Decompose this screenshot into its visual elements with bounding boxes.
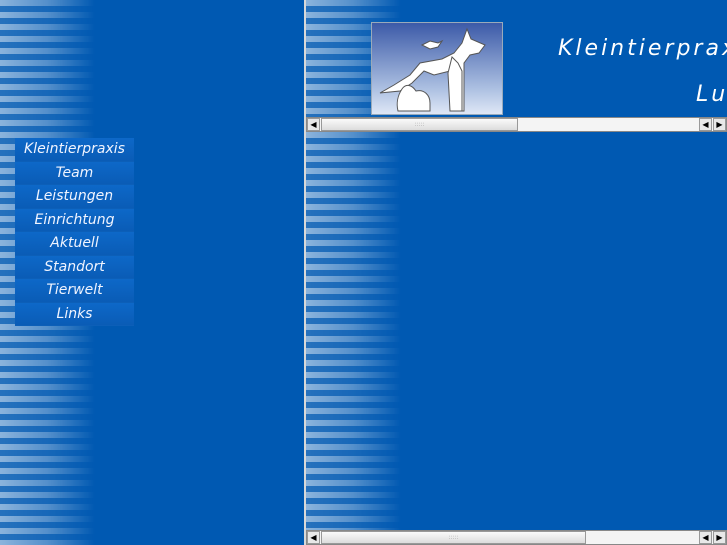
scroll-left-arrow-icon[interactable]: ◀ [699, 118, 712, 131]
nav-item-tierwelt[interactable]: Tierwelt [15, 279, 134, 303]
nav-menu: Kleintierpraxis Team Leistungen Einricht… [15, 138, 134, 326]
animals-logo [371, 22, 503, 115]
nav-item-aktuell[interactable]: Aktuell [15, 232, 134, 256]
scroll-left-arrow-icon[interactable]: ◀ [307, 118, 320, 131]
scroll-left-arrow-icon[interactable]: ◀ [307, 531, 320, 544]
content-frame: ◀ ::::: ◀ ▶ [306, 132, 727, 545]
nav-item-leistungen[interactable]: Leistungen [15, 185, 134, 209]
stripe-decoration [306, 132, 401, 545]
nav-item-links[interactable]: Links [15, 302, 134, 326]
scroll-right-arrow-icon[interactable]: ▶ [713, 118, 726, 131]
header-frame: Kleintierpraxis Lu ◀ ::::: ◀ ▶ [306, 0, 727, 132]
scroll-left-arrow-icon[interactable]: ◀ [699, 531, 712, 544]
scroll-right-arrow-icon[interactable]: ▶ [713, 531, 726, 544]
page-title: Kleintierpraxis [558, 36, 727, 61]
page-subtitle: Lu [696, 82, 727, 107]
navigation-frame: Kleintierpraxis Team Leistungen Einricht… [0, 0, 304, 545]
horizontal-scrollbar-top[interactable]: ◀ ::::: ◀ ▶ [306, 117, 727, 132]
horizontal-scrollbar-bottom[interactable]: ◀ ::::: ◀ ▶ [306, 530, 727, 545]
scrollbar-thumb[interactable]: ::::: [321, 531, 586, 544]
scrollbar-thumb[interactable]: ::::: [321, 118, 518, 131]
nav-item-team[interactable]: Team [15, 161, 134, 185]
nav-item-kleintierpraxis[interactable]: Kleintierpraxis [15, 138, 134, 162]
nav-item-standort[interactable]: Standort [15, 255, 134, 279]
nav-item-einrichtung[interactable]: Einrichtung [15, 208, 134, 232]
